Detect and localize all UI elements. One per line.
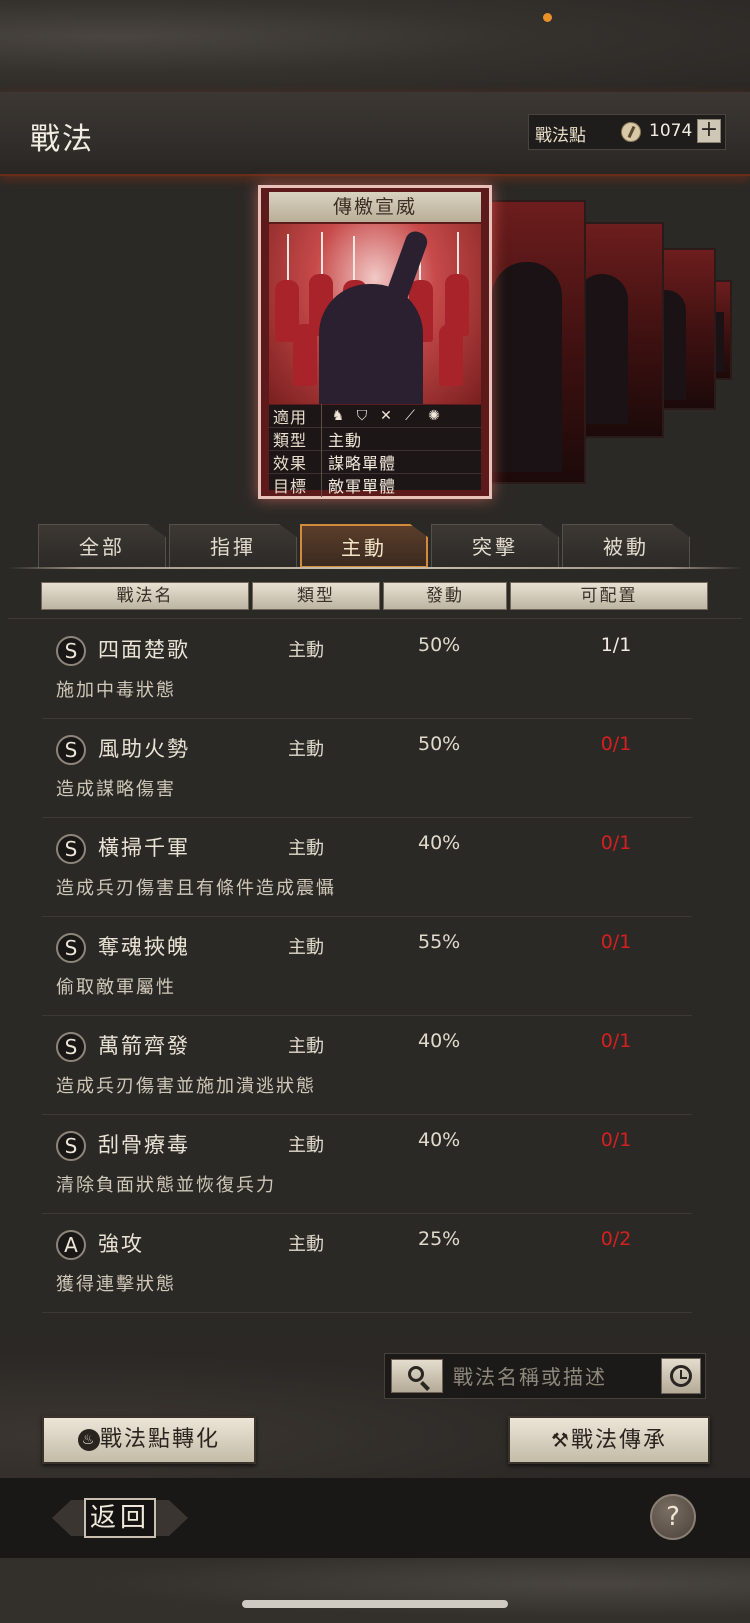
tactic-type: 主動 (288, 640, 324, 661)
tactic-name: 強攻 (98, 1232, 144, 1256)
tactic-description: 清除負面狀態並恢復兵力 (56, 1175, 276, 1196)
tactic-name: 萬箭齊發 (98, 1034, 190, 1058)
tactic-type: 主動 (288, 739, 324, 760)
tactic-point-icon (621, 122, 641, 142)
tactic-card-back[interactable] (486, 200, 586, 484)
tactic-name: 四面楚歌 (98, 638, 190, 662)
search-button[interactable] (391, 1359, 443, 1393)
hammer-icon: ⚒ (551, 1428, 571, 1452)
tactic-slots: 0/1 (600, 1129, 632, 1151)
tab-assault[interactable]: 突擊 (431, 524, 559, 568)
help-button[interactable]: ? (650, 1494, 696, 1540)
tactic-description: 造成兵刃傷害並施加潰逃狀態 (56, 1076, 316, 1097)
wheel-icon: ✺ (428, 408, 440, 424)
flame-icon: ♨ (77, 1429, 100, 1451)
grade-badge: S (56, 636, 86, 666)
tactic-rate: 55% (418, 931, 461, 953)
tactic-points-label: 戰法點 (535, 126, 586, 146)
tactic-rate: 25% (418, 1228, 461, 1250)
tactic-row[interactable]: A 強攻 主動 25% 0/2 獲得連擊狀態 (42, 1214, 692, 1313)
tactic-row[interactable]: S 萬箭齊發 主動 40% 0/1 造成兵刃傷害並施加潰逃狀態 (42, 1016, 692, 1115)
tactic-rate: 40% (418, 1129, 461, 1151)
divider (8, 567, 742, 569)
tactic-row[interactable]: S 四面楚歌 主動 50% 1/1 施加中毒狀態 (42, 620, 692, 719)
tab-active[interactable]: 主動 (300, 524, 428, 568)
tactic-slots: 0/2 (600, 1228, 632, 1250)
inherit-tactic-button[interactable]: ⚒戰法傳承 (508, 1416, 710, 1464)
tactic-description: 獲得連擊狀態 (56, 1274, 176, 1295)
search-icon (408, 1366, 424, 1382)
tactic-type: 主動 (288, 838, 324, 859)
card-info-row: 效果 謀略單體 (269, 450, 481, 474)
tactic-name: 橫掃千軍 (98, 836, 190, 860)
tactic-slots: 0/1 (600, 1030, 632, 1052)
tactic-rate: 40% (418, 832, 461, 854)
tactic-type: 主動 (288, 1036, 324, 1057)
search-bar (384, 1353, 706, 1399)
top-background (0, 0, 750, 92)
tactic-slots: 0/1 (600, 931, 632, 953)
status-dot (543, 13, 552, 22)
tactic-name: 刮骨療毒 (98, 1133, 190, 1157)
tactic-slots: 0/1 (600, 733, 632, 755)
page-title: 戰法 (30, 122, 94, 157)
bottom-decoration (0, 1558, 750, 1623)
tab-all[interactable]: 全部 (38, 524, 166, 568)
add-points-button[interactable]: + (697, 119, 721, 143)
card-info: 適用 ♞ ⛉ ✕ ⟋ ✺ 類型 主動 效果 謀略單體 目標 敵軍單體 (269, 404, 481, 497)
filter-tabs: 全部 指揮 主動 突擊 被動 (38, 524, 698, 568)
tactic-row[interactable]: S 風助火勢 主動 50% 0/1 造成謀略傷害 (42, 719, 692, 818)
grade-badge: S (56, 834, 86, 864)
tactic-type: 主動 (288, 1234, 324, 1255)
tactic-points-panel: 戰法點 1074 + (528, 114, 726, 150)
spear-icon: ⟋ (405, 408, 415, 424)
home-indicator[interactable] (242, 1600, 508, 1608)
tactic-name: 風助火勢 (98, 737, 190, 761)
selected-tactic-card[interactable]: 傳檄宣威 適用 ♞ ⛉ ✕ ⟋ ✺ 類型 主動 效果 謀略單體 目標 敵軍單體 (258, 185, 492, 499)
tab-command[interactable]: 指揮 (169, 524, 297, 568)
tactic-rate: 40% (418, 1030, 461, 1052)
header: 戰法 戰法點 1074 + (0, 92, 750, 176)
search-input[interactable] (451, 1360, 645, 1394)
column-header-name[interactable]: 戰法名 (41, 582, 249, 610)
card-info-row: 適用 ♞ ⛉ ✕ ⟋ ✺ (269, 404, 481, 428)
card-info-row: 目標 敵軍單體 (269, 473, 481, 497)
card-art (269, 224, 481, 404)
tactic-description: 造成謀略傷害 (56, 779, 176, 800)
shield-icon: ⛉ (356, 408, 368, 424)
grade-badge: S (56, 933, 86, 963)
tactic-description: 造成兵刃傷害且有條件造成震懾 (56, 878, 336, 899)
tactic-description: 施加中毒狀態 (56, 680, 176, 701)
grade-badge: S (56, 735, 86, 765)
tactic-type: 主動 (288, 937, 324, 958)
grade-badge: A (56, 1230, 86, 1260)
card-title: 傳檄宣威 (269, 192, 481, 222)
tab-passive[interactable]: 被動 (562, 524, 690, 568)
tactic-type: 主動 (288, 1135, 324, 1156)
tactic-points-value: 1074 (649, 121, 693, 141)
grade-badge: S (56, 1131, 86, 1161)
column-header-type[interactable]: 類型 (252, 582, 380, 610)
history-button[interactable] (661, 1358, 701, 1394)
tactic-slots: 1/1 (600, 634, 632, 656)
grade-badge: S (56, 1032, 86, 1062)
convert-points-button[interactable]: ♨ 戰法點轉化 (42, 1416, 256, 1464)
cavalry-icon: ♞ (331, 408, 345, 424)
tactic-rate: 50% (418, 733, 461, 755)
tactic-description: 偷取敵軍屬性 (56, 977, 176, 998)
card-info-row: 類型 主動 (269, 427, 481, 451)
tactic-row[interactable]: S 橫掃千軍 主動 40% 0/1 造成兵刃傷害且有條件造成震懾 (42, 818, 692, 917)
tactic-row[interactable]: S 奪魂挾魄 主動 55% 0/1 偷取敵軍屬性 (42, 917, 692, 1016)
tactic-rate: 50% (418, 634, 461, 656)
tactic-slots: 0/1 (600, 832, 632, 854)
unit-type-icons: ♞ ⛉ ✕ ⟋ ✺ (322, 408, 442, 424)
tactic-row[interactable]: S 刮骨療毒 主動 40% 0/1 清除負面狀態並恢復兵力 (42, 1115, 692, 1214)
back-button[interactable]: 返回 (52, 1494, 188, 1542)
tactic-name: 奪魂挾魄 (98, 935, 190, 959)
bow-icon: ✕ (380, 408, 392, 424)
column-header-slots[interactable]: 可配置 (510, 582, 708, 610)
column-header-rate[interactable]: 發動 (383, 582, 507, 610)
